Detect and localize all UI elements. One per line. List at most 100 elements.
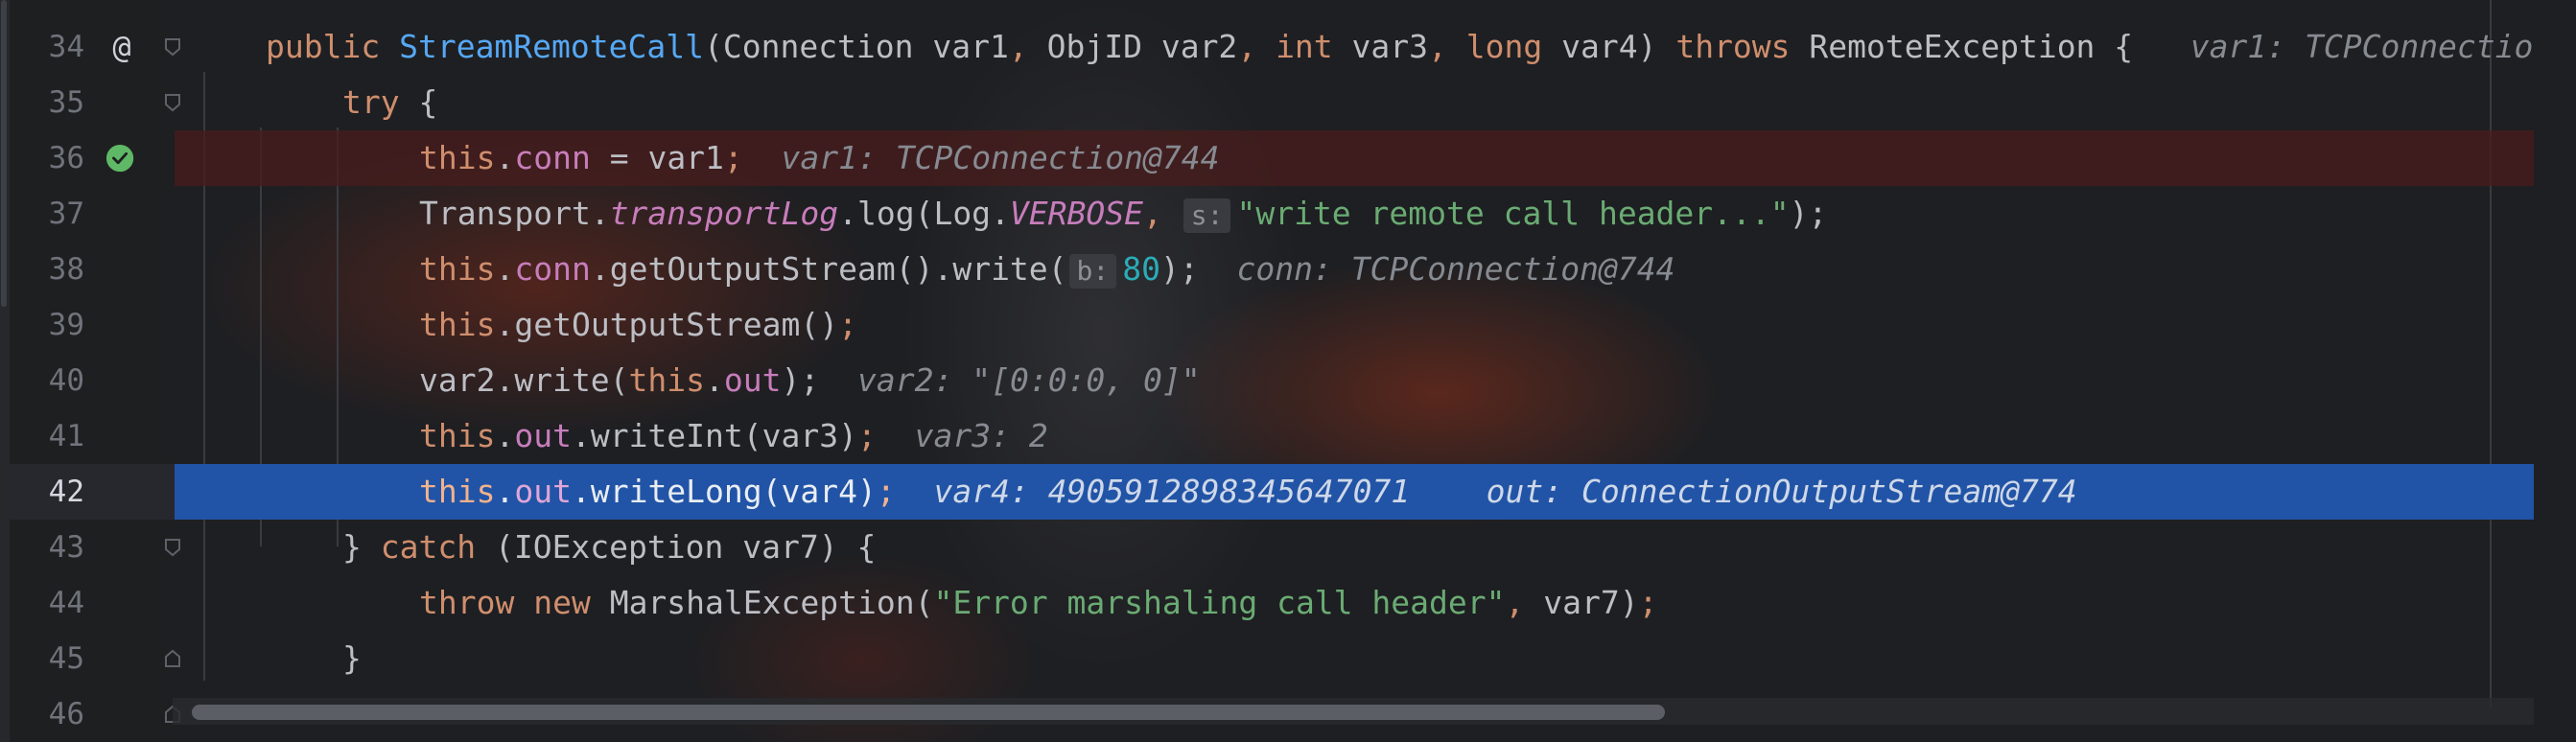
number-literal: 80 [1122,250,1161,288]
code-token: { [399,83,438,121]
code-token: ; [838,306,857,343]
code-token: var2.write( [419,361,629,399]
line-number: 34 [48,30,84,64]
fold-icon[interactable] [164,538,181,557]
method-name: StreamRemoteCall [399,28,704,65]
inline-debug-value: var3: 2 [914,417,1048,454]
code-token: ); [1789,195,1828,232]
code-text: this.getOutputStream(); [419,297,857,353]
inline-debug-value: var2: "[0:0:0, 0]" [857,361,1201,399]
keyword: try [342,83,400,121]
code-token: ); [1160,250,1199,288]
code-line-execution-point[interactable]: 42 this.out.writeLong(var4); var4: 49059… [0,464,2576,520]
code-line[interactable]: 45 } [0,631,2576,686]
keyword: catch [380,528,477,566]
horizontal-scrollbar-thumb[interactable] [192,705,1665,720]
code-token: . [495,417,515,454]
code-token: var4) [1542,28,1676,65]
code-line-breakpoint[interactable]: 36 this.conn = var1; var1: TCPConnection… [0,130,2576,186]
code-text: } [342,631,362,686]
keyword: this [419,250,496,288]
code-token: . [495,250,515,288]
horizontal-scrollbar[interactable] [173,698,2534,725]
static-field: transportLog [609,195,839,232]
line-number: 45 [48,641,84,676]
code-token: = var1 [590,139,724,176]
code-line[interactable]: 40 var2.write(this.out); var2: "[0:0:0, … [0,353,2576,408]
code-token: } [342,528,381,566]
inline-debug-value: var1: TCPConnectio [2190,28,2534,65]
line-number: 46 [48,697,84,731]
code-token: .getOutputStream().write( [590,250,1067,288]
line-number: 43 [48,530,84,565]
string-literal: "Error marshaling call header" [933,584,1506,621]
static-field: VERBOSE [1009,195,1143,232]
line-number: 44 [48,586,84,620]
code-token: ObjID var2 [1046,28,1238,65]
code-text: } catch (IOException var7) { [342,520,876,575]
inline-debug-value: out: ConnectionOutputStream@774 [1486,473,2077,510]
line-number: 38 [48,252,84,287]
line-number: 39 [48,308,84,342]
inline-debug-value: var4: 4905912898345647071 [933,473,1411,510]
keyword: this [628,361,706,399]
code-text: this.conn = var1; var1: TCPConnection@74… [419,130,1220,186]
keyword: this [419,306,496,343]
code-token: (Connection var1 [703,28,1009,65]
code-text: throw new MarshalException("Error marsha… [419,575,1657,631]
line-number: 42 [48,475,84,509]
keyword: throws [1675,28,1791,65]
code-token: . [495,139,515,176]
code-line[interactable]: 37 Transport.transportLog.log(Log.VERBOS… [0,186,2576,242]
code-text: var2.write(this.out); var2: "[0:0:0, 0]" [419,353,1201,408]
code-token: ); [781,361,820,399]
fold-end-icon[interactable] [164,649,181,668]
code-text: try { [342,75,437,130]
code-token: MarshalException( [590,584,934,621]
parameter-hint: s: [1183,197,1231,233]
code-token: ; [723,139,743,176]
keyword: new [533,584,591,621]
code-token: .getOutputStream() [495,306,839,343]
code-line[interactable]: 35 try { [0,75,2576,130]
code-line[interactable]: 41 this.out.writeInt(var3); var3: 2 [0,408,2576,464]
field-name: conn [514,139,591,176]
code-token: ; [876,473,896,510]
code-token: .writeInt(var3) [571,417,857,454]
inline-debug-value: conn: TCPConnection@744 [1236,250,1675,288]
line-number: 35 [48,85,84,120]
code-line[interactable]: 44 throw new MarshalException("Error mar… [0,575,2576,631]
code-token: } [342,639,362,677]
keyword: this [419,417,496,454]
fold-icon[interactable] [164,93,181,112]
string-literal: "write remote call header..." [1236,195,1790,232]
code-line[interactable]: 38 this.conn.getOutputStream().write(b: 8… [0,242,2576,297]
field-name: conn [514,250,591,288]
code-token: .log(Log. [838,195,1010,232]
field-name: out [514,473,572,510]
at-sign-implements-icon[interactable]: @ [105,31,138,63]
code-editor[interactable]: 34 @ public StreamRemoteCall(Connection … [0,0,2576,742]
inline-debug-value: var1: TCPConnection@744 [781,139,1220,176]
code-text: this.conn.getOutputStream().write(b: 80);… [419,242,1674,297]
code-line[interactable]: 34 @ public StreamRemoteCall(Connection … [0,19,2576,75]
parameter-hint: b: [1068,253,1117,289]
field-name: out [723,361,782,399]
keyword: int [1276,28,1333,65]
code-token: . [495,473,515,510]
code-token: , [1428,28,1466,65]
code-text: this.out.writeInt(var3); var3: 2 [419,408,1048,464]
code-token: , [1008,28,1047,65]
field-name: out [514,417,572,454]
code-line[interactable]: 39 this.getOutputStream(); [0,297,2576,353]
code-token: , [1505,584,1544,621]
keyword: long [1465,28,1543,65]
fold-icon[interactable] [164,37,181,57]
breakpoint-checked-icon[interactable] [105,144,136,174]
line-number: 40 [48,363,84,398]
code-line[interactable]: 43 } catch (IOException var7) { [0,520,2576,575]
code-token: ; [1638,584,1658,621]
code-token: .writeLong(var4) [571,473,877,510]
line-number: 41 [48,419,84,453]
